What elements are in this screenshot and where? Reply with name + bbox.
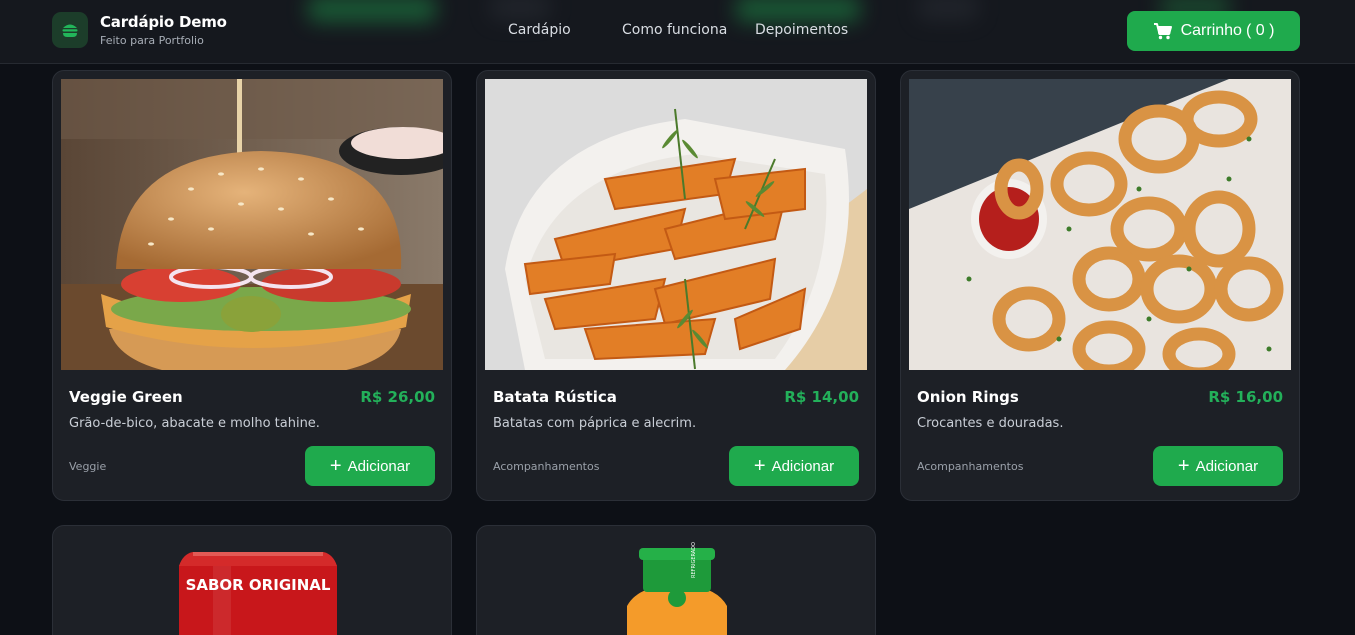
product-image-onion-rings [909, 79, 1291, 370]
product-image-potato-wedges [485, 79, 867, 370]
product-category: Acompanhamentos [917, 460, 1024, 473]
nav-link-depoimentos[interactable]: Depoimentos [755, 22, 848, 38]
cart-count: ( 0 ) [1245, 22, 1275, 39]
brand-title: Cardápio Demo [100, 13, 227, 31]
cart-icon [1153, 23, 1172, 40]
soda-can-label: SABOR ORIGINAL [186, 576, 331, 594]
header-glow-decoration [308, 0, 436, 22]
product-image-soda-can: SABOR ORIGINAL [53, 526, 451, 635]
product-name: Onion Rings [917, 388, 1019, 406]
nav-link-como-funciona[interactable]: Como funciona [622, 22, 727, 38]
product-card: Batata Rústica R$ 14,00 Batatas com pápr… [476, 70, 876, 501]
burger-logo-icon [52, 12, 88, 48]
add-to-cart-button[interactable]: + Adicionar [729, 446, 859, 486]
product-description: Batatas com páprica e alecrim. [493, 416, 697, 431]
product-image-juice-bottle: REFRIGERADO [477, 526, 875, 635]
product-name: Batata Rústica [493, 388, 617, 406]
plus-icon: + [1177, 455, 1190, 477]
nav-link-cardapio[interactable]: Cardápio [508, 22, 571, 38]
product-image-burger [61, 79, 443, 370]
product-card: Onion Rings R$ 16,00 Crocantes e dourada… [900, 70, 1300, 501]
product-price: R$ 14,00 [784, 388, 859, 406]
brand[interactable]: Cardápio Demo Feito para Portfolio [52, 12, 227, 48]
plus-icon: + [329, 455, 342, 477]
add-button-label: Adicionar [347, 457, 411, 475]
juice-bottle-label: REFRIGERADO [691, 542, 697, 578]
header-glow-decoration [736, 0, 860, 22]
product-card: REFRIGERADO [476, 525, 876, 635]
header-glow-decoration [490, 0, 550, 20]
add-button-label: Adicionar [771, 457, 835, 475]
product-name: Veggie Green [69, 388, 183, 406]
product-price: R$ 26,00 [360, 388, 435, 406]
add-to-cart-button[interactable]: + Adicionar [1153, 446, 1283, 486]
product-card: SABOR ORIGINAL [52, 525, 452, 635]
product-description: Grão-de-bico, abacate e molho tahine. [69, 416, 320, 431]
product-category: Veggie [69, 460, 107, 473]
product-price: R$ 16,00 [1208, 388, 1283, 406]
plus-icon: + [753, 455, 766, 477]
brand-subtitle: Feito para Portfolio [100, 34, 204, 47]
add-to-cart-button[interactable]: + Adicionar [305, 446, 435, 486]
cart-button[interactable]: Carrinho ( 0 ) [1127, 11, 1300, 51]
cart-label: Carrinho [1180, 22, 1242, 39]
add-button-label: Adicionar [1195, 457, 1259, 475]
top-header: Cardápio Demo Feito para Portfolio Cardá… [0, 0, 1355, 64]
header-glow-decoration [918, 0, 978, 20]
product-card: Veggie Green R$ 26,00 Grão-de-bico, abac… [52, 70, 452, 501]
product-category: Acompanhamentos [493, 460, 600, 473]
product-description: Crocantes e douradas. [917, 416, 1064, 431]
